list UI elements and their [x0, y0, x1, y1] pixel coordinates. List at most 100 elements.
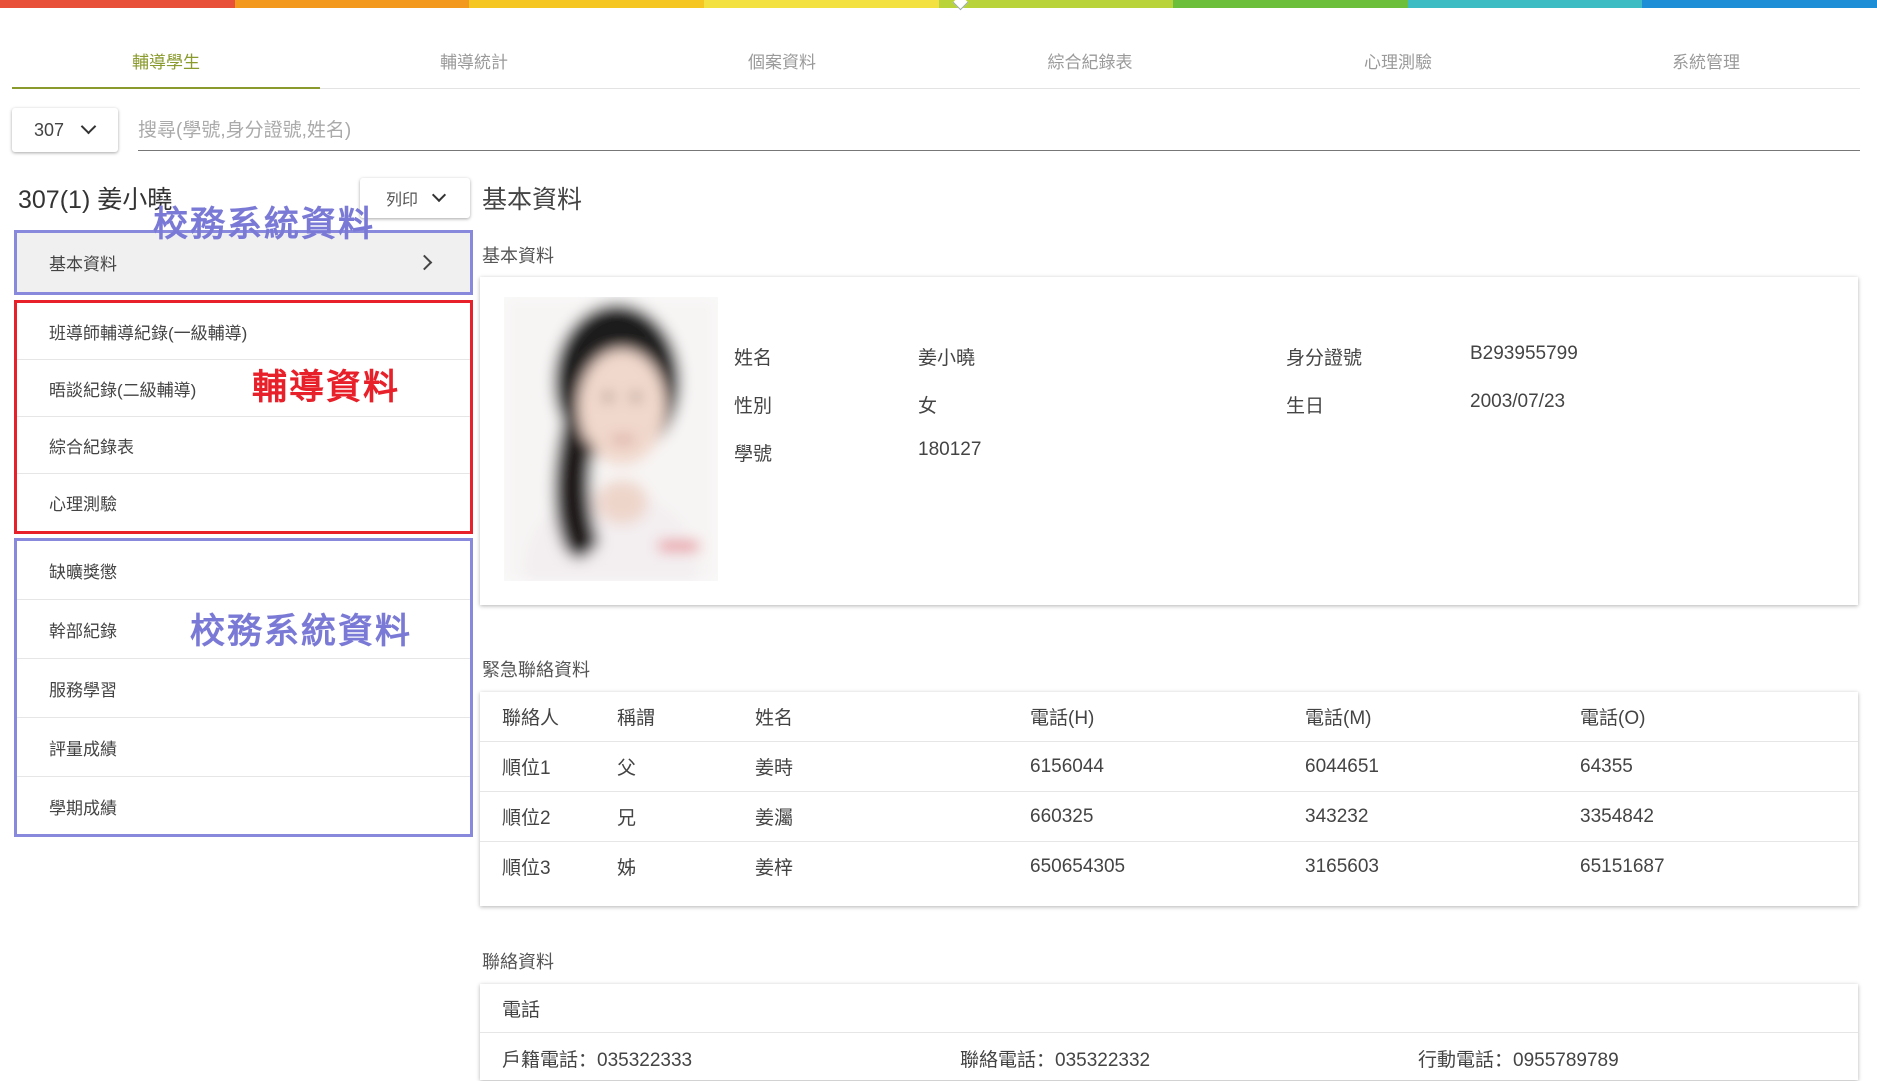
- column-header: 電話(H): [1030, 692, 1305, 742]
- tab-psych-test[interactable]: 心理測驗: [1244, 38, 1552, 88]
- color-segment: [1642, 0, 1877, 8]
- table-cell: 姜灟: [755, 791, 1030, 842]
- table-header-row: 聯絡人 稱謂 姓名 電話(H) 電話(M) 電話(O): [480, 692, 1858, 742]
- phone-header: 電話: [480, 984, 1858, 1033]
- contact-info-card: 電話 戶籍電話：035322333 聯絡電話：035322332 行動電話：09…: [480, 984, 1858, 1080]
- menu-item-service-learning[interactable]: 服務學習: [17, 659, 470, 718]
- column-header: 電話(M): [1305, 692, 1580, 742]
- emergency-contact-card: 聯絡人 稱謂 姓名 電話(H) 電話(M) 電話(O) 順位1 父 姜時 615…: [480, 692, 1858, 906]
- menu-item-label: 綜合紀錄表: [49, 437, 134, 457]
- table-cell: 3354842: [1580, 791, 1858, 842]
- id-value: B293955799: [1470, 343, 1578, 364]
- basic-info-card: 姓名 姜小曉 身分證號 B293955799 性別 女 生日 2003/07/2…: [480, 277, 1858, 605]
- table-cell: 順位2: [480, 791, 617, 842]
- column-header: 電話(O): [1580, 692, 1858, 742]
- menu-item-label: 服務學習: [49, 680, 117, 700]
- table-cell: 6156044: [1030, 741, 1305, 792]
- menu-item-attendance-rewards[interactable]: 缺曠獎懲: [17, 541, 470, 600]
- table-cell: 343232: [1305, 791, 1580, 842]
- gender-value: 女: [918, 396, 938, 417]
- table-cell: 姊: [617, 858, 637, 879]
- chevron-right-icon: [416, 254, 433, 271]
- menu-item-label: 評量成績: [49, 739, 117, 759]
- table-cell: 660325: [1030, 791, 1305, 842]
- birthday-label: 生日: [1286, 396, 1325, 417]
- annotation-school-data: 校務系統資料: [153, 205, 376, 244]
- contact-phone: 聯絡電話：035322332: [960, 1050, 1151, 1071]
- name-value: 姜小曉: [918, 348, 976, 369]
- menu-item-label: 基本資料: [49, 255, 117, 274]
- mobile-phone: 行動電話：0955789789: [1418, 1050, 1619, 1071]
- chevron-down-icon: [431, 187, 447, 203]
- tab-comprehensive-record[interactable]: 綜合紀錄表: [936, 38, 1244, 88]
- menu-item-label: 缺曠獎懲: [49, 562, 117, 582]
- table-cell: 650654305: [1030, 855, 1126, 877]
- table-cell: 姜時: [755, 741, 1030, 792]
- color-segment: [469, 0, 704, 8]
- table-cell: 兄: [617, 791, 755, 842]
- name-label: 姓名: [734, 348, 773, 369]
- class-select-value: 307: [34, 119, 65, 140]
- menu-item-interview-record[interactable]: 晤談紀錄(二級輔導): [17, 360, 470, 417]
- main-tabs: 輔導學生 輔導統計 個案資料 綜合紀錄表 心理測驗 系統管理: [12, 38, 1860, 89]
- phone-row: 戶籍電話：035322333 聯絡電話：035322332 行動電話：09557…: [480, 1033, 1858, 1081]
- annotation-school-data: 校務系統資料: [190, 612, 413, 651]
- id-label: 身分證號: [1286, 348, 1363, 369]
- menu-item-psych-test[interactable]: 心理測驗: [17, 474, 470, 531]
- tab-system-admin[interactable]: 系統管理: [1552, 38, 1860, 88]
- annotation-counseling-data: 輔導資料: [252, 368, 401, 407]
- table-cell: 64355: [1580, 741, 1858, 792]
- top-color-strip: [0, 0, 1877, 8]
- print-dropdown-button[interactable]: 列印: [360, 178, 470, 218]
- table-cell: 65151687: [1580, 855, 1665, 877]
- column-header: 姓名: [755, 692, 1030, 742]
- menu-item-assessment-scores[interactable]: 評量成績: [17, 718, 470, 777]
- column-header: 聯絡人: [480, 692, 617, 742]
- student-title: 307(1) 姜小曉: [18, 186, 173, 214]
- table-cell: 父: [617, 741, 755, 792]
- search-input[interactable]: [138, 112, 1860, 151]
- print-label: 列印: [386, 192, 419, 209]
- table-row: 順位3 姊 姜梓 650654305 3165603 65151687: [480, 842, 1858, 892]
- column-header: 稱謂: [617, 692, 755, 742]
- menu-item-semester-scores[interactable]: 學期成績: [17, 777, 470, 836]
- table-cell: 3165603: [1305, 855, 1379, 877]
- student-no-value: 180127: [918, 439, 982, 460]
- section-title-emergency: 緊急聯絡資料: [482, 660, 590, 680]
- page-title: 基本資料: [482, 186, 583, 214]
- pull-down-notch-icon[interactable]: [954, 0, 970, 8]
- student-photo-image: [504, 297, 718, 581]
- tab-counsel-statistics[interactable]: 輔導統計: [320, 38, 628, 88]
- menu-item-comprehensive-record[interactable]: 綜合紀錄表: [17, 417, 470, 474]
- menu-item-label: 心理測驗: [49, 495, 117, 514]
- color-segment: [234, 0, 470, 8]
- student-no-label: 學號: [734, 444, 773, 465]
- color-segment: [938, 0, 1174, 8]
- color-segment: [703, 0, 939, 8]
- color-segment: [0, 0, 235, 8]
- tab-counsel-students[interactable]: 輔導學生: [12, 38, 320, 89]
- table-cell: 6044651: [1305, 741, 1580, 792]
- gender-label: 性別: [734, 396, 773, 417]
- menu-item-label: 幹部紀錄: [49, 621, 117, 641]
- table-cell: 順位3: [502, 858, 551, 879]
- color-segment: [1173, 0, 1408, 8]
- birthday-value: 2003/07/23: [1470, 391, 1566, 412]
- menu-item-label: 晤談紀錄(二級輔導): [49, 380, 197, 400]
- menu-item-label: 班導師輔導紀錄(一級輔導): [49, 323, 248, 343]
- color-segment: [1407, 0, 1643, 8]
- emergency-contact-table: 聯絡人 稱謂 姓名 電話(H) 電話(M) 電話(O) 順位1 父 姜時 615…: [480, 692, 1858, 891]
- tab-case-data[interactable]: 個案資料: [628, 38, 936, 88]
- section-title-contact: 聯絡資料: [482, 952, 554, 972]
- table-cell: 姜梓: [755, 858, 794, 879]
- menu-item-homeroom-counsel[interactable]: 班導師輔導紀錄(一級輔導): [17, 303, 470, 360]
- class-select[interactable]: 307: [12, 108, 118, 152]
- section-title-basic: 基本資料: [482, 246, 554, 266]
- table-row: 順位1 父 姜時 6156044 6044651 64355: [480, 741, 1858, 792]
- menu-group-school-records: 缺曠獎懲 幹部紀錄 服務學習 評量成績 學期成績: [14, 538, 473, 837]
- menu-item-label: 學期成績: [49, 799, 117, 818]
- chevron-down-icon: [80, 118, 97, 135]
- household-phone: 戶籍電話：035322333: [502, 1050, 693, 1071]
- student-photo: [504, 297, 718, 581]
- menu-group-counseling: 班導師輔導紀錄(一級輔導) 晤談紀錄(二級輔導) 綜合紀錄表 心理測驗: [14, 300, 473, 534]
